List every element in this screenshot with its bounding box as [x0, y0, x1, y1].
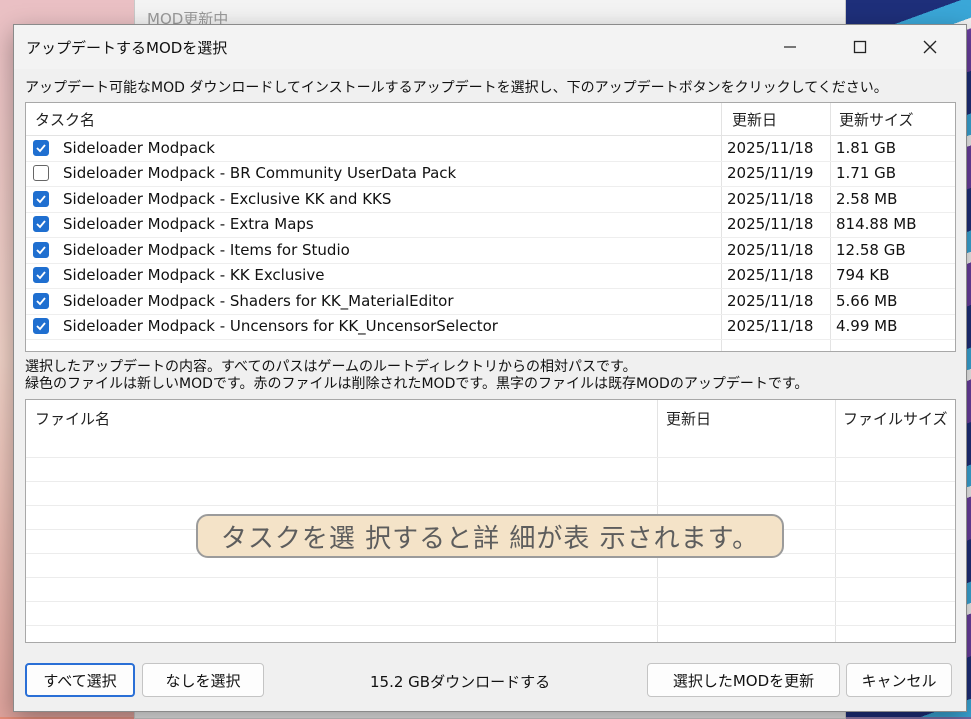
update-date: 2025/11/19: [727, 164, 814, 182]
select-none-button[interactable]: なしを選択: [142, 663, 264, 697]
grid-line: [26, 601, 955, 602]
table-row[interactable]: Sideloader Modpack 2025/11/18 1.81 GB: [26, 136, 955, 162]
update-size: 5.66 MB: [836, 292, 898, 310]
minimize-icon: [784, 46, 796, 48]
column-file-date[interactable]: 更新日: [666, 408, 711, 429]
update-date: 2025/11/18: [727, 190, 814, 208]
checkmark-icon: [36, 246, 46, 255]
close-icon: [923, 40, 937, 54]
update-date: 2025/11/18: [727, 317, 814, 335]
checkmark-icon: [36, 322, 46, 331]
task-name: Sideloader Modpack - Shaders for KK_Mate…: [63, 292, 454, 310]
table-row[interactable]: Sideloader Modpack - BR Community UserDa…: [26, 161, 955, 187]
checkmark-icon: [36, 195, 46, 204]
empty-selection-overlay: タスクを選 択すると詳 細が表 示されます。: [196, 514, 784, 558]
grid-line: [26, 505, 955, 506]
table-row[interactable]: Sideloader Modpack - Extra Maps 2025/11/…: [26, 212, 955, 238]
update-list-header: タスク名 更新日 更新サイズ: [26, 103, 955, 136]
column-file-name[interactable]: ファイル名: [35, 408, 110, 429]
task-name: Sideloader Modpack: [63, 139, 215, 157]
minimize-button[interactable]: [762, 25, 818, 69]
update-date: 2025/11/18: [727, 139, 814, 157]
update-size: 794 KB: [836, 266, 890, 284]
file-list[interactable]: ファイル名 更新日 ファイルサイズ タスクを選 択すると詳 細が表 示されます。: [25, 399, 956, 643]
checkmark-icon: [36, 144, 46, 153]
selection-description: 選択したアップデートの内容。すべてのパスはゲームのルートディレクトリからの相対パ…: [25, 359, 808, 393]
task-name: Sideloader Modpack - KK Exclusive: [63, 266, 325, 284]
close-button[interactable]: [902, 25, 958, 69]
grid-line: [26, 577, 955, 578]
update-size: 1.71 GB: [836, 164, 897, 182]
update-date: 2025/11/18: [727, 266, 814, 284]
update-date: 2025/11/18: [727, 215, 814, 233]
column-task-name[interactable]: タスク名: [35, 109, 95, 130]
update-list[interactable]: タスク名 更新日 更新サイズ Sideloader Modpack 2025/1…: [25, 102, 956, 352]
checkmark-icon: [36, 220, 46, 229]
column-file-size[interactable]: ファイルサイズ: [843, 408, 948, 429]
table-row[interactable]: Sideloader Modpack - Items for Studio 20…: [26, 238, 955, 264]
update-size: 12.58 GB: [836, 241, 906, 259]
row-checkbox[interactable]: [33, 165, 49, 181]
task-name: Sideloader Modpack - Extra Maps: [63, 215, 314, 233]
select-mods-dialog: アップデートするMODを選択 アップデート可能なMOD ダウンロードしてインスト…: [13, 24, 967, 712]
grid-line: [26, 457, 955, 458]
update-date: 2025/11/18: [727, 292, 814, 310]
maximize-button[interactable]: [832, 25, 888, 69]
task-name: Sideloader Modpack - Uncensors for KK_Un…: [63, 317, 498, 335]
table-row[interactable]: Sideloader Modpack - Shaders for KK_Mate…: [26, 289, 955, 315]
task-name: Sideloader Modpack - Exclusive KK and KK…: [63, 190, 392, 208]
column-divider: [835, 400, 836, 642]
grid-line: [26, 481, 955, 482]
table-row[interactable]: Sideloader Modpack - Uncensors for KK_Un…: [26, 314, 955, 340]
task-name: Sideloader Modpack - Items for Studio: [63, 241, 350, 259]
description-line: 選択したアップデートの内容。すべてのパスはゲームのルートディレクトリからの相対パ…: [25, 359, 637, 375]
update-size: 4.99 MB: [836, 317, 898, 335]
update-date: 2025/11/18: [727, 241, 814, 259]
update-size: 814.88 MB: [836, 215, 917, 233]
checkmark-icon: [36, 271, 46, 280]
row-checkbox[interactable]: [33, 140, 49, 156]
dialog-title: アップデートするMODを選択: [26, 39, 228, 57]
select-all-button[interactable]: すべて選択: [25, 663, 135, 697]
checkmark-icon: [36, 297, 46, 306]
column-update-date[interactable]: 更新日: [732, 109, 777, 130]
update-size: 2.58 MB: [836, 190, 898, 208]
row-checkbox[interactable]: [33, 293, 49, 309]
description-line: 緑色のファイルは新しいMODです。赤のファイルは削除されたMODです。黒字のファ…: [25, 376, 809, 392]
column-update-size[interactable]: 更新サイズ: [839, 109, 914, 130]
row-checkbox[interactable]: [33, 267, 49, 283]
row-checkbox[interactable]: [33, 216, 49, 232]
download-size-status: 15.2 GBダウンロードする: [370, 673, 551, 691]
instruction-text: アップデート可能なMOD ダウンロードしてインストールするアップデートを選択し、…: [25, 80, 888, 96]
table-row[interactable]: Sideloader Modpack - Exclusive KK and KK…: [26, 187, 955, 213]
update-selected-button[interactable]: 選択したMODを更新: [647, 663, 840, 697]
grid-line: [26, 625, 955, 626]
row-checkbox[interactable]: [33, 191, 49, 207]
cancel-button[interactable]: キャンセル: [846, 663, 952, 697]
maximize-icon: [853, 40, 867, 54]
row-checkbox[interactable]: [33, 242, 49, 258]
task-name: Sideloader Modpack - BR Community UserDa…: [63, 164, 457, 182]
row-checkbox[interactable]: [33, 318, 49, 334]
file-list-header: ファイル名 更新日 ファイルサイズ: [26, 400, 955, 434]
table-row[interactable]: Sideloader Modpack - KK Exclusive 2025/1…: [26, 263, 955, 289]
title-bar: アップデートするMODを選択: [14, 25, 966, 69]
update-size: 1.81 GB: [836, 139, 897, 157]
